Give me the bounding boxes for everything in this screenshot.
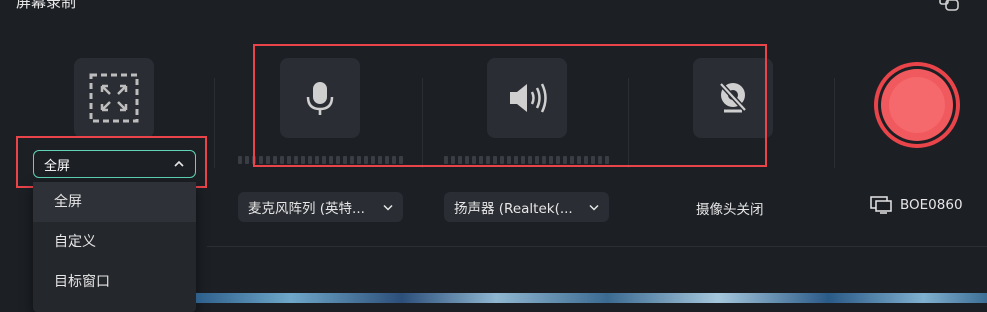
capture-mode-value: 全屏 [44, 158, 71, 174]
chevron-down-icon [589, 204, 599, 211]
microphone-select-label: 麦克风阵列 (英特... [248, 201, 365, 217]
divider [207, 246, 987, 247]
dropdown-option-target-window[interactable]: 目标窗口 [33, 262, 196, 302]
camera-status-label: 摄像头关闭 [696, 202, 764, 218]
record-icon [874, 62, 960, 148]
settings-icon[interactable] [936, 0, 962, 14]
highlight-box [253, 44, 767, 167]
monitor-icon [870, 196, 892, 214]
capture-mode-dropdown: 全屏 自定义 目标窗口 [33, 182, 196, 312]
chevron-up-icon [174, 160, 184, 167]
speaker-select-label: 扬声器 (Realtek(... [454, 201, 573, 217]
speaker-select[interactable]: 扬声器 (Realtek(... [444, 192, 609, 222]
capture-area-button[interactable] [74, 58, 154, 138]
window-title: 屏幕录制 [16, 0, 77, 11]
capture-mode-select[interactable]: 全屏 [33, 150, 196, 178]
display-label: BOE0860 [900, 197, 963, 213]
separator [214, 78, 215, 168]
separator [834, 78, 835, 168]
fullscreen-icon [89, 73, 139, 123]
chevron-down-icon [383, 204, 393, 211]
preview-strip [196, 293, 987, 303]
dropdown-option-custom[interactable]: 自定义 [33, 222, 196, 262]
dropdown-option-fullscreen[interactable]: 全屏 [33, 182, 196, 222]
record-button[interactable] [872, 60, 962, 150]
microphone-select[interactable]: 麦克风阵列 (英特... [238, 192, 403, 222]
display-select[interactable]: BOE0860 [870, 196, 963, 214]
